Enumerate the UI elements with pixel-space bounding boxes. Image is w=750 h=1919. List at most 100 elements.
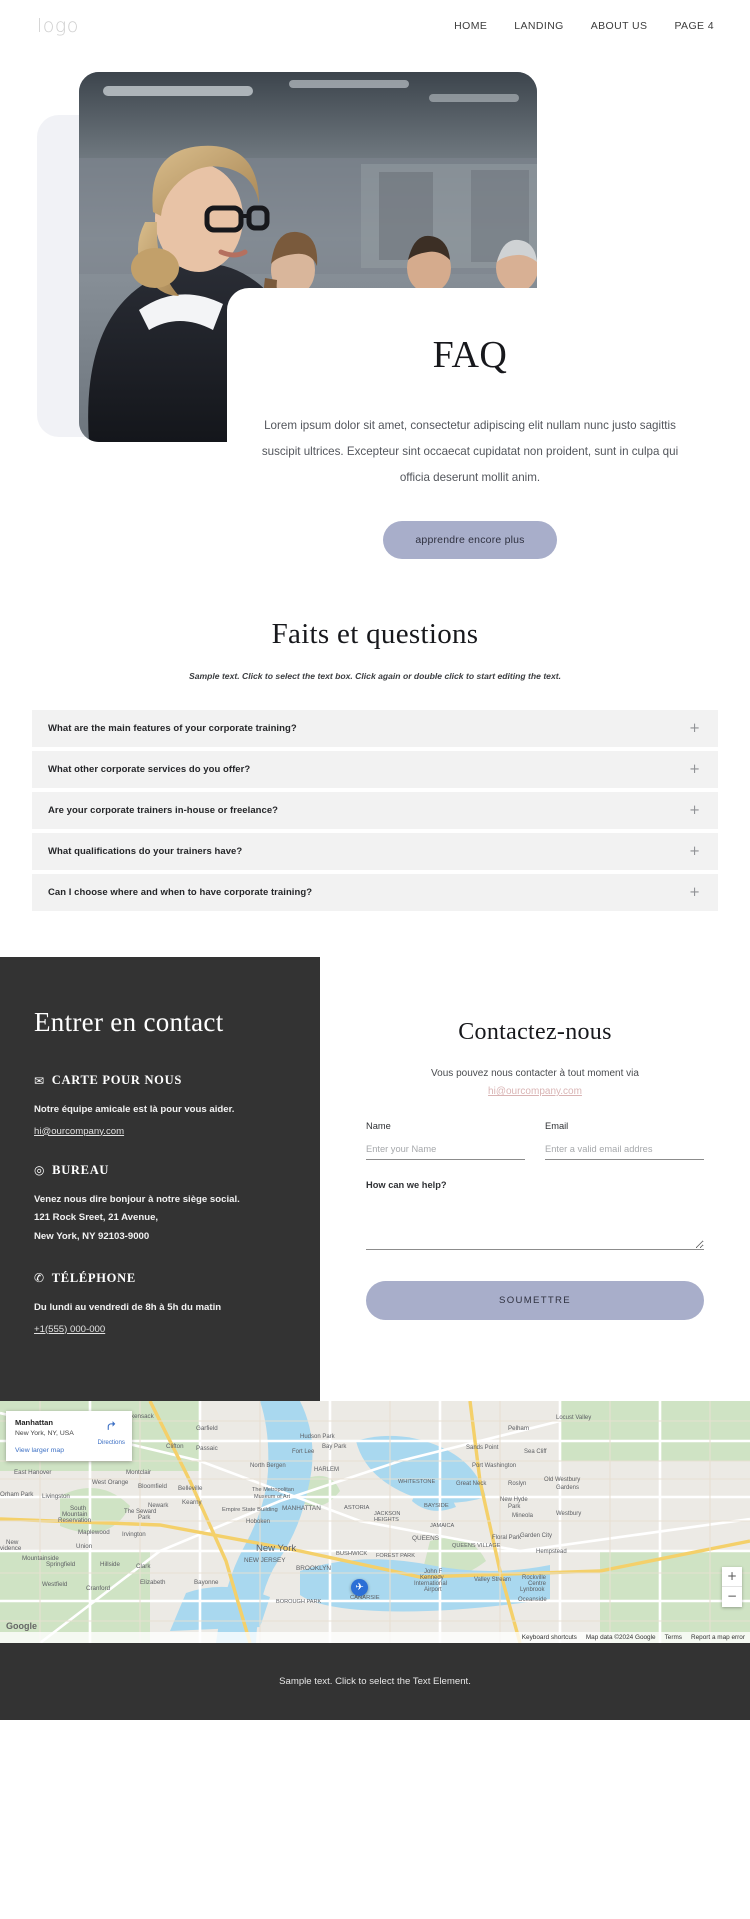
map-label: Westbury	[556, 1510, 582, 1517]
form-heading: Contactez-nous	[458, 1019, 612, 1045]
map-label: QUEENS VILLAGE	[452, 1542, 501, 1549]
map-label: New Hyde	[500, 1496, 528, 1503]
message-textarea[interactable]	[366, 1196, 704, 1250]
map-label: Mineola	[512, 1512, 534, 1519]
map-label: The Metropolitan	[252, 1486, 294, 1493]
site-footer: Sample text. Click to select the Text El…	[0, 1642, 750, 1720]
map-label: ASTORIA	[344, 1504, 370, 1511]
contact-block-line: Venez nous dire bonjour à notre siège so…	[34, 1193, 240, 1205]
map-label: Park	[508, 1503, 521, 1510]
contact-block-line: 121 Rock Sreet, 21 Avenue,	[34, 1212, 159, 1224]
zoom-out-button[interactable]: −	[722, 1587, 742, 1607]
nav-item-home[interactable]: HOME	[454, 20, 487, 32]
map-label: NEW JERSEY	[244, 1556, 286, 1564]
hero-content-card: FAQ Lorem ipsum dolor sit amet, consecte…	[227, 288, 713, 592]
form-note-email-link[interactable]: hi@ourcompany.com	[366, 1086, 704, 1097]
map-label: Fort Lee	[292, 1448, 315, 1455]
hero-section: FAQ Lorem ipsum dolor sit amet, consecte…	[0, 52, 750, 592]
map-label: Belleville	[178, 1484, 203, 1492]
map-label: Springfield	[46, 1560, 76, 1568]
contact-email-link[interactable]: hi@ourcompany.com	[34, 1126, 124, 1137]
form-field-email: Email	[545, 1121, 704, 1160]
report-map-error-link[interactable]: Report a map error	[691, 1634, 745, 1641]
form-field-name: Name	[366, 1121, 525, 1160]
faq-item[interactable]: What other corporate services do you off…	[32, 751, 718, 788]
contact-block-email: ✉ CARTE POUR NOUS Notre équipe amicale e…	[34, 1073, 286, 1139]
map-attribution-bar: Keyboard shortcuts Map data ©2024 Google…	[0, 1631, 750, 1643]
contact-block-title: BUREAU	[52, 1162, 110, 1177]
map-label: Irvington	[122, 1530, 146, 1538]
form-field-message: How can we help?	[366, 1180, 704, 1255]
contact-section: Entrer en contact ✉ CARTE POUR NOUS Notr…	[0, 957, 750, 1401]
map-label: Elizabeth	[140, 1578, 166, 1586]
nav-item-page-4[interactable]: PAGE 4	[674, 20, 714, 32]
map-directions-button[interactable]: Directions	[97, 1419, 125, 1446]
faq-item[interactable]: Are your corporate trainers in-house or …	[32, 792, 718, 829]
nav-item-about-us[interactable]: ABOUT US	[591, 20, 648, 32]
contact-phone-link[interactable]: +1(555) 000-000	[34, 1324, 105, 1335]
view-larger-map-link[interactable]: View larger map	[15, 1447, 124, 1454]
map-label: East Hanover	[14, 1468, 52, 1476]
map-label: Oceanside	[518, 1596, 547, 1603]
contact-block-title-row: ✆ TÉLÉPHONE	[34, 1271, 286, 1286]
map-label: Floral Park	[492, 1534, 522, 1541]
email-input[interactable]	[545, 1142, 704, 1160]
map-label: Garden City	[520, 1532, 553, 1539]
learn-more-button[interactable]: apprendre encore plus	[383, 521, 557, 560]
map-label: Locust Valley	[556, 1414, 592, 1421]
map-label: Clark	[136, 1562, 151, 1570]
contact-block-title-row: ✉ CARTE POUR NOUS	[34, 1073, 286, 1088]
map-zoom-controls[interactable]: + −	[722, 1566, 742, 1607]
terms-link[interactable]: Terms	[665, 1634, 682, 1641]
plus-icon[interactable]: +	[689, 763, 700, 776]
faq-question: What qualifications do your trainers hav…	[48, 846, 243, 857]
map-label: Bloomfield	[138, 1482, 167, 1490]
email-label: Email	[545, 1121, 569, 1131]
map-label: BAYSIDE	[424, 1502, 449, 1509]
map-label: Livingston	[42, 1492, 70, 1500]
contact-block-title: CARTE POUR NOUS	[51, 1073, 182, 1087]
map-label: West Orange	[92, 1478, 129, 1486]
faq-question: Can I choose where and when to have corp…	[48, 887, 313, 898]
map-label: Union	[76, 1542, 93, 1550]
map-directions-label: Directions	[97, 1438, 125, 1446]
faq-item[interactable]: What qualifications do your trainers hav…	[32, 833, 718, 870]
form-field-row: Name Email	[366, 1121, 704, 1160]
contact-block-office: ◎ BUREAU Venez nous dire bonjour à notre…	[34, 1163, 286, 1247]
zoom-in-button[interactable]: +	[722, 1567, 742, 1587]
map-info-card[interactable]: Manhattan New York, NY, USA View larger …	[6, 1410, 132, 1461]
submit-button[interactable]: SOUMETTRE	[366, 1281, 704, 1320]
contact-block-title-row: ◎ BUREAU	[34, 1163, 286, 1178]
map-label: Lynbrook	[520, 1586, 545, 1593]
plus-icon[interactable]: +	[689, 845, 700, 858]
map-label: Clifton	[166, 1442, 184, 1450]
contact-form-panel: Contactez-nous Vous pouvez nous contacte…	[320, 957, 750, 1401]
phone-icon: ✆	[34, 1271, 45, 1286]
faq-item[interactable]: What are the main features of your corpo…	[32, 710, 718, 747]
directions-arrow-icon	[107, 1420, 116, 1430]
map-label: Maplewood	[78, 1528, 110, 1536]
map-label: Kearny	[182, 1498, 202, 1506]
nav-item-landing[interactable]: LANDING	[514, 20, 563, 32]
site-header: logo HOME LANDING ABOUT US PAGE 4	[0, 0, 750, 52]
map-section[interactable]: Manhattan New York, NY, USA View larger …	[0, 1400, 750, 1643]
plus-icon[interactable]: +	[689, 886, 700, 899]
map-label: Old Westbury	[544, 1476, 581, 1483]
name-input[interactable]	[366, 1142, 525, 1160]
plus-icon[interactable]: +	[689, 804, 700, 817]
main-navigation: HOME LANDING ABOUT US PAGE 4	[454, 20, 714, 32]
contact-block-line: Du lundi au vendredi de 8h à 5h du matin	[34, 1301, 222, 1313]
map-label: CANARSIE	[350, 1594, 380, 1601]
map-marker-icon[interactable]: ✈	[351, 1578, 368, 1596]
contact-info-panel: Entrer en contact ✉ CARTE POUR NOUS Notr…	[0, 957, 320, 1401]
map-label: Passaic	[196, 1444, 218, 1452]
plus-icon[interactable]: +	[689, 722, 700, 735]
map-label: BROOKLYN	[296, 1564, 332, 1572]
keyboard-shortcuts-link[interactable]: Keyboard shortcuts	[522, 1634, 577, 1641]
map-label: QUEENS	[412, 1534, 439, 1542]
faq-item[interactable]: Can I choose where and when to have corp…	[32, 874, 718, 911]
map-label: BOROUGH PARK	[276, 1598, 322, 1605]
map-data-credit: Map data ©2024 Google	[585, 1633, 656, 1641]
contact-block-title: TÉLÉPHONE	[51, 1270, 136, 1285]
site-logo[interactable]: logo	[37, 15, 79, 37]
